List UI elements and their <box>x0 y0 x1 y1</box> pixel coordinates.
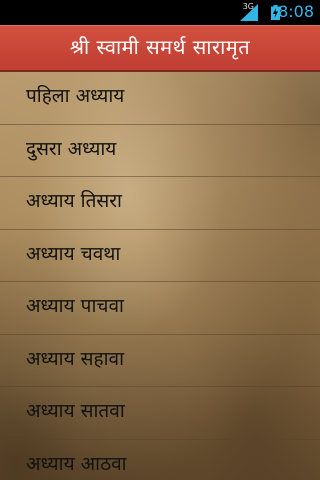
chapter-item-7[interactable]: अध्याय सातवा <box>0 387 320 440</box>
signal-strength-icon <box>240 4 258 21</box>
chapter-item-4[interactable]: अध्याय चवथा <box>0 230 320 282</box>
chapter-label: पहिला अध्याय <box>26 85 125 107</box>
chapter-item-2[interactable]: दुसरा अध्याय <box>0 125 320 177</box>
chapter-label: अध्याय चवथा <box>26 242 121 265</box>
chapter-label: अध्याय सातवा <box>26 400 125 422</box>
chapter-list-panel[interactable]: पहिला अध्याय दुसरा अध्याय अध्याय तिसरा अ… <box>0 72 320 480</box>
app-title-bar: श्री स्वामी समर्थ सारामृत <box>0 25 320 72</box>
chapter-item-3[interactable]: अध्याय तिसरा <box>0 177 320 230</box>
chapter-item-8[interactable]: अध्याय आठवा <box>0 440 320 480</box>
chapter-label: अध्याय तिसरा <box>26 190 122 212</box>
chapter-list: पहिला अध्याय दुसरा अध्याय अध्याय तिसरा अ… <box>0 72 320 480</box>
chapter-item-5[interactable]: अध्याय पाचवा <box>0 282 320 335</box>
chapter-label: अध्याय आठवा <box>26 452 127 475</box>
status-bar: 3G 8:08 <box>0 0 320 25</box>
app-screen: 3G 8:08 श्री स्वामी समर्थ सारामृत पहिला … <box>0 0 320 480</box>
clock-time: 8:08 <box>278 2 314 21</box>
app-title: श्री स्वामी समर्थ सारामृत <box>69 35 251 59</box>
chapter-label: दुसरा अध्याय <box>26 137 117 160</box>
chapter-item-6[interactable]: अध्याय सहावा <box>0 335 320 387</box>
chapter-label: अध्याय पाचवा <box>26 295 124 317</box>
chapter-item-1[interactable]: पहिला अध्याय <box>0 72 320 125</box>
chapter-label: अध्याय सहावा <box>26 347 124 370</box>
